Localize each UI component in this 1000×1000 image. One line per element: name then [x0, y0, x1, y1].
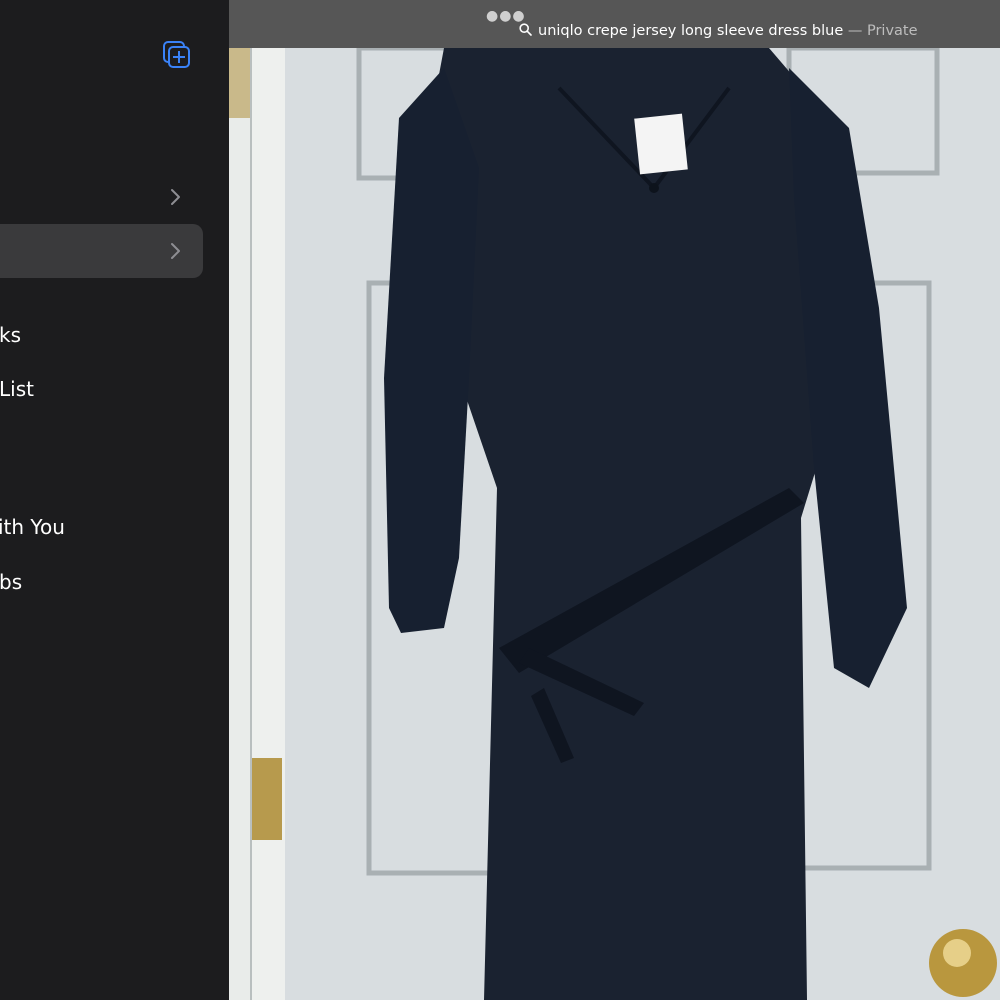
search-query: uniqlo crepe jersey long sleeve dress bl… — [538, 23, 844, 39]
sidebar-item-shared-with-you[interactable]: ith You — [0, 500, 229, 554]
sidebar-item-bookmarks[interactable]: ks — [0, 308, 229, 362]
web-content-area: ●●● uniqlo crepe jersey long sleeve dres… — [229, 0, 1000, 1000]
more-dots-icon[interactable]: ●●● — [486, 8, 526, 24]
chevron-right-icon — [171, 189, 180, 205]
new-tab-group-icon — [163, 41, 190, 68]
private-mode-label: Private — [866, 23, 918, 39]
sidebar-item-reading-list[interactable]: List — [0, 362, 229, 416]
address-bar[interactable]: ●●● uniqlo crepe jersey long sleeve dres… — [229, 0, 1000, 48]
door-frame — [229, 48, 251, 1000]
new-tab-group-button[interactable] — [160, 38, 196, 74]
sidebar: ks List ith You bs — [0, 0, 229, 1000]
sidebar-item-icloud-tabs[interactable]: bs — [0, 555, 229, 609]
sidebar-item-selected[interactable] — [0, 224, 203, 278]
sidebar-item-label: bs — [0, 570, 23, 594]
product-photo — [229, 48, 1000, 1000]
separator: — — [843, 23, 867, 39]
sidebar-item-label: List — [0, 377, 34, 401]
sidebar-item-label: ks — [0, 323, 22, 347]
hinge-bottom — [252, 758, 282, 840]
price-tag — [634, 113, 688, 175]
chevron-right-icon — [171, 243, 180, 259]
sidebar-item-label: ith You — [0, 515, 65, 539]
url-field[interactable]: uniqlo crepe jersey long sleeve dress bl… — [519, 23, 918, 39]
hinge-top — [229, 48, 251, 118]
door-trim — [251, 48, 285, 1000]
sidebar-item[interactable] — [0, 170, 200, 224]
search-icon — [519, 23, 532, 36]
